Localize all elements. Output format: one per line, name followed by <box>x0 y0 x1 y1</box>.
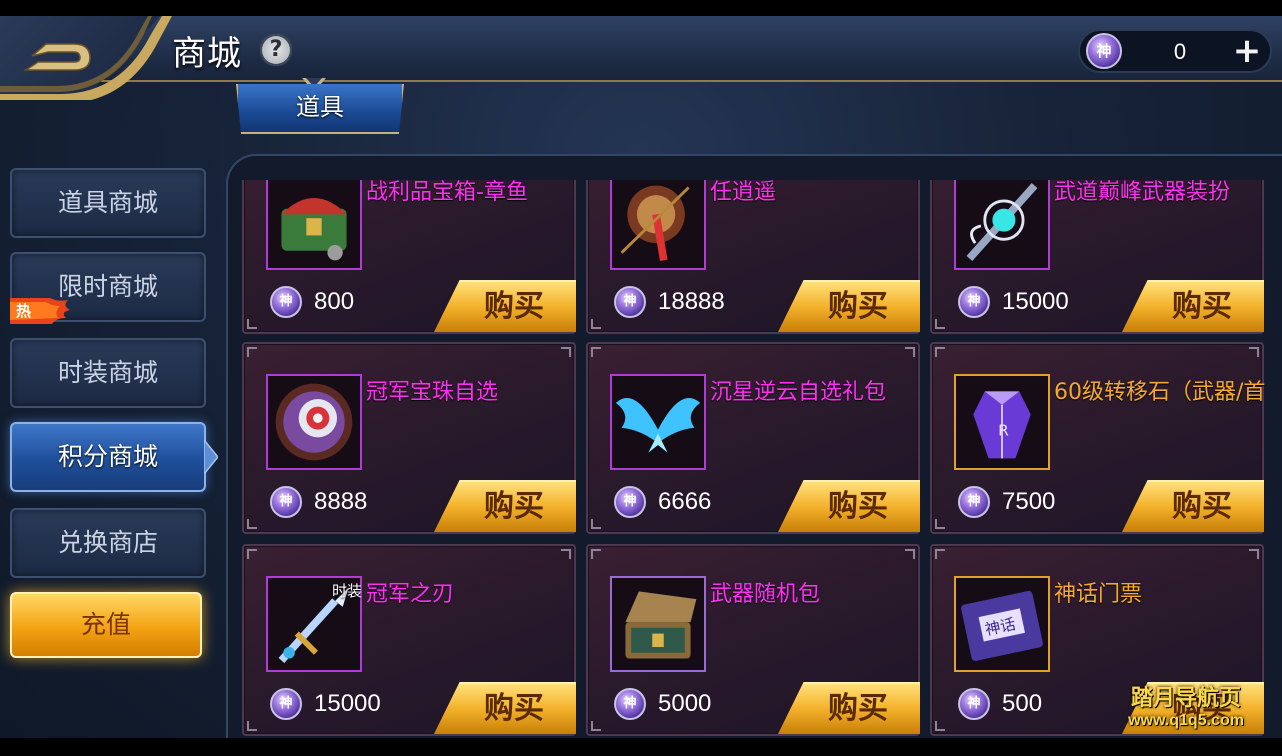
sidebar-item-limited-shop[interactable]: 限时商城 <box>10 252 206 322</box>
jade-coin-icon: 神 <box>270 286 302 318</box>
jade-coin-icon: 神 <box>958 286 990 318</box>
card-corner <box>905 347 915 357</box>
card-corner <box>935 347 945 357</box>
item-price: 15000 <box>314 690 381 717</box>
sidebar-item-props-shop[interactable]: 道具商城 <box>10 168 206 238</box>
purple-crystal-icon[interactable]: R <box>954 374 1050 470</box>
product-card[interactable]: 沉星逆云自选礼包神 6666 购买 <box>586 342 920 534</box>
item-price: 6666 <box>658 488 712 515</box>
item-name: 冠军宝珠自选 <box>366 380 499 405</box>
svg-text:R: R <box>998 421 1009 439</box>
card-corner <box>935 519 945 529</box>
buy-button[interactable]: 购买 <box>778 682 920 734</box>
card-corner <box>561 549 571 559</box>
buy-button[interactable]: 购买 <box>778 280 920 332</box>
item-name: 冠军之刃 <box>366 582 455 607</box>
card-corner <box>561 347 571 357</box>
item-name: 神话门票 <box>1054 582 1143 607</box>
shop-screen: 商城 ? 神 0 + 道具 道具商城 限时商城 时装商城 积分商城 兑换商店 充… <box>0 16 1282 738</box>
item-name: 战利品宝箱-章鱼 <box>366 180 528 205</box>
card-corner <box>1249 347 1259 357</box>
card-corner <box>935 721 945 731</box>
open-chest-icon[interactable] <box>610 576 706 672</box>
sidebar-item-points-shop[interactable]: 积分商城 <box>10 422 206 492</box>
buy-button[interactable]: 购买 <box>434 682 576 734</box>
blue-wings-icon[interactable] <box>610 374 706 470</box>
sidebar-item-exchange-shop[interactable]: 兑换商店 <box>10 508 206 578</box>
card-corner <box>935 549 945 559</box>
help-icon[interactable]: ? <box>260 34 292 66</box>
jade-coin-icon: 神 <box>1086 33 1122 69</box>
card-corner <box>247 721 257 731</box>
product-card[interactable]: 神话 神话门票神 500 购买 <box>930 544 1264 736</box>
jade-coin-icon: 神 <box>270 688 302 720</box>
recharge-button[interactable]: 充值 <box>10 592 202 658</box>
item-price: 500 <box>1002 690 1043 717</box>
umbrella-weapon-icon[interactable] <box>610 180 706 270</box>
jade-coin-icon: 神 <box>958 688 990 720</box>
card-corner <box>591 347 601 357</box>
jade-coin-icon: 神 <box>958 486 990 518</box>
product-card[interactable]: 战利品宝箱-章鱼神 800 购买 <box>242 180 576 334</box>
item-price: 15000 <box>1002 288 1069 315</box>
product-card[interactable]: 时装 冠军之刃神 15000 购买 <box>242 544 576 736</box>
buy-button[interactable]: 购买 <box>1122 280 1264 332</box>
product-card[interactable]: 武道巅峰武器装扮神 15000 购买 <box>930 180 1264 334</box>
orb-icon[interactable] <box>266 374 362 470</box>
product-card[interactable]: 冠军宝珠自选神 8888 购买 <box>242 342 576 534</box>
active-caret-icon <box>204 440 218 474</box>
product-card[interactable]: R 60级转移石（武器/首神 7500 购买 <box>930 342 1265 534</box>
item-price: 8888 <box>314 488 368 515</box>
add-currency-button[interactable]: + <box>1230 34 1264 69</box>
card-corner <box>591 721 601 731</box>
product-card[interactable]: 任逍遥神 18888 购买 <box>586 180 920 334</box>
card-corner <box>591 519 601 529</box>
card-corner <box>591 549 601 559</box>
buy-button[interactable]: 购买 <box>434 280 576 332</box>
ticket-icon[interactable]: 神话 <box>954 576 1050 672</box>
card-corner <box>247 319 257 329</box>
card-corner <box>247 347 257 357</box>
item-price: 18888 <box>658 288 725 315</box>
fashion-tag: 时装 <box>332 582 363 600</box>
card-corner <box>905 549 915 559</box>
buy-button[interactable]: 购买 <box>1122 480 1264 532</box>
sidebar: 道具商城 限时商城 时装商城 积分商城 兑换商店 充值 热 <box>0 16 230 738</box>
treasure-chest-icon[interactable] <box>266 180 362 270</box>
card-corner <box>247 519 257 529</box>
ornate-key-weapon-icon[interactable] <box>954 180 1050 270</box>
card-corner <box>1249 549 1259 559</box>
buy-button[interactable]: 购买 <box>1122 682 1264 734</box>
currency-display: 神 0 + <box>1078 29 1272 73</box>
item-name: 武道巅峰武器装扮 <box>1054 180 1231 205</box>
item-price: 800 <box>314 288 355 315</box>
tab-items[interactable]: 道具 <box>236 84 404 134</box>
card-corner <box>591 319 601 329</box>
item-name: 任逍遥 <box>710 180 777 205</box>
product-grid: 战利品宝箱-章鱼神 800 购买 任逍遥神 18888 购买 武道巅峰武器装扮神 15000 购… <box>240 180 1282 738</box>
card-corner <box>247 549 257 559</box>
item-price: 7500 <box>1002 488 1056 515</box>
jade-coin-icon: 神 <box>270 486 302 518</box>
sidebar-item-fashion-shop[interactable]: 时装商城 <box>10 338 206 408</box>
item-price: 5000 <box>658 690 712 717</box>
buy-button[interactable]: 购买 <box>778 480 920 532</box>
jade-coin-icon: 神 <box>614 286 646 318</box>
currency-amount: 0 <box>1173 39 1187 64</box>
product-card[interactable]: 武器随机包神 5000 购买 <box>586 544 920 736</box>
card-corner <box>935 319 945 329</box>
item-name: 沉星逆云自选礼包 <box>710 380 887 405</box>
item-name: 60级转移石（武器/首 <box>1054 380 1266 405</box>
jade-coin-icon: 神 <box>614 486 646 518</box>
buy-button[interactable]: 购买 <box>434 480 576 532</box>
jade-coin-icon: 神 <box>614 688 646 720</box>
item-name: 武器随机包 <box>710 582 821 607</box>
